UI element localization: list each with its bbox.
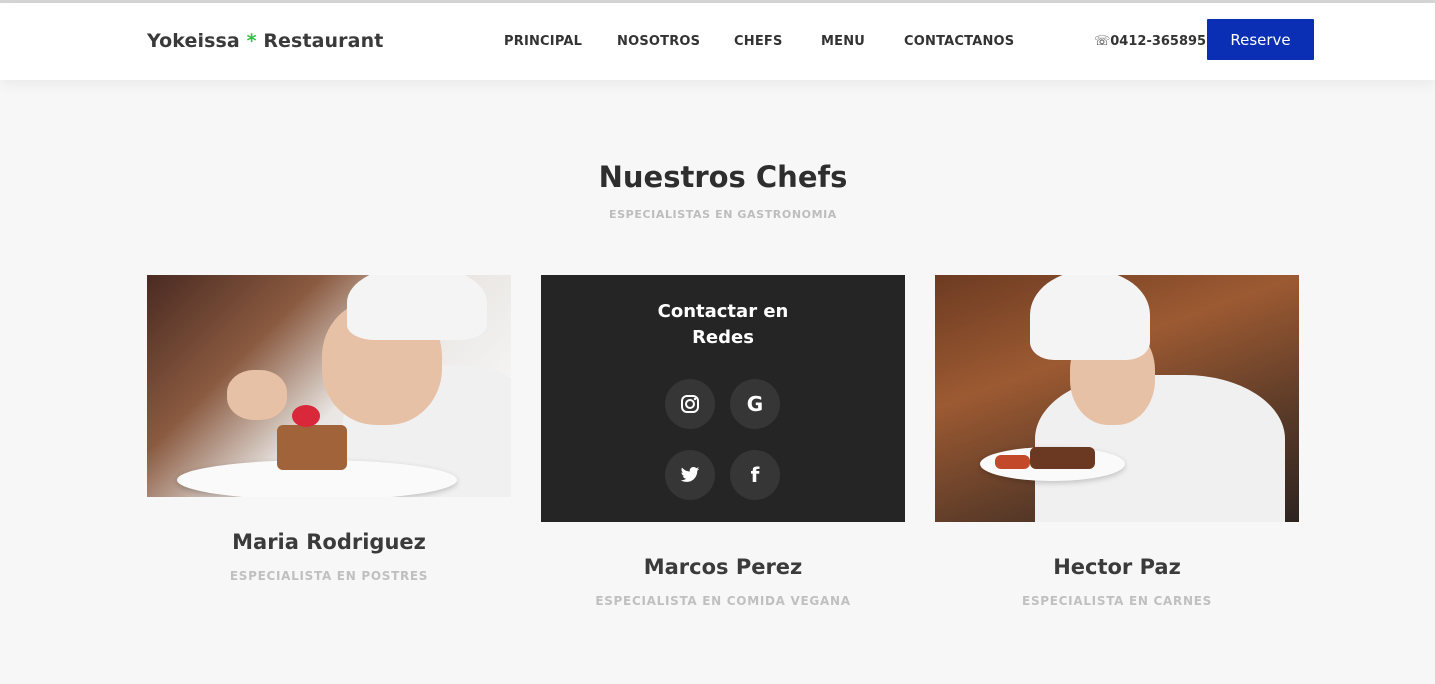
vegetables-shape xyxy=(995,455,1030,469)
chef-photo-marcos-overlay[interactable]: Contactar en Redes G f xyxy=(541,275,905,522)
nav-link-menu[interactable]: MENU xyxy=(821,34,865,49)
hand-shape xyxy=(227,370,287,420)
chef-hat-shape xyxy=(347,275,487,340)
brand-name-part1: Yokeissa xyxy=(147,30,240,52)
phone-link[interactable]: ☏0412-365895 xyxy=(1094,34,1206,49)
chef-name: Marcos Perez xyxy=(643,555,803,579)
overlay-title: Contactar en Redes xyxy=(541,299,905,351)
section-subtitle: ESPECIALISTAS EN GASTRONOMIA xyxy=(609,208,837,221)
facebook-icon[interactable]: f xyxy=(730,450,780,500)
overlay-title-line2: Redes xyxy=(692,327,754,348)
overlay-title-line1: Contactar en xyxy=(657,301,789,322)
navbar: Yokeissa * Restaurant PRINCIPAL NOSOTROS… xyxy=(0,3,1435,80)
steak-shape xyxy=(1030,447,1095,469)
chef-photo-hector[interactable] xyxy=(935,275,1299,522)
nav-link-chefs[interactable]: CHEFS xyxy=(734,34,783,49)
chef-role: ESPECIALISTA EN POSTRES xyxy=(229,569,429,583)
chef-hat-shape xyxy=(1030,275,1150,360)
section-title: Nuestros Chefs xyxy=(598,160,848,194)
chef-photo-maria[interactable] xyxy=(147,275,511,497)
nav-link-nosotros[interactable]: NOSOTROS xyxy=(617,34,700,49)
brand-name-part2: Restaurant xyxy=(263,30,384,52)
instagram-icon[interactable] xyxy=(665,379,715,429)
google-icon[interactable]: G xyxy=(730,379,780,429)
chef-name: Hector Paz xyxy=(1053,555,1181,579)
chef-role: ESPECIALISTA EN COMIDA VEGANA xyxy=(595,594,851,608)
dessert-shape xyxy=(277,425,347,470)
strawberry-shape xyxy=(292,405,320,427)
chef-name: Maria Rodriguez xyxy=(232,530,426,554)
brand-logo[interactable]: Yokeissa * Restaurant xyxy=(147,30,383,52)
nav-link-contactanos[interactable]: CONTACTANOS xyxy=(904,34,1014,49)
nav-link-principal[interactable]: PRINCIPAL xyxy=(504,34,582,49)
brand-star: * xyxy=(246,30,257,52)
reserve-button[interactable]: Reserve xyxy=(1207,19,1314,60)
chef-role: ESPECIALISTA EN CARNES xyxy=(1022,594,1212,608)
twitter-icon[interactable] xyxy=(665,450,715,500)
